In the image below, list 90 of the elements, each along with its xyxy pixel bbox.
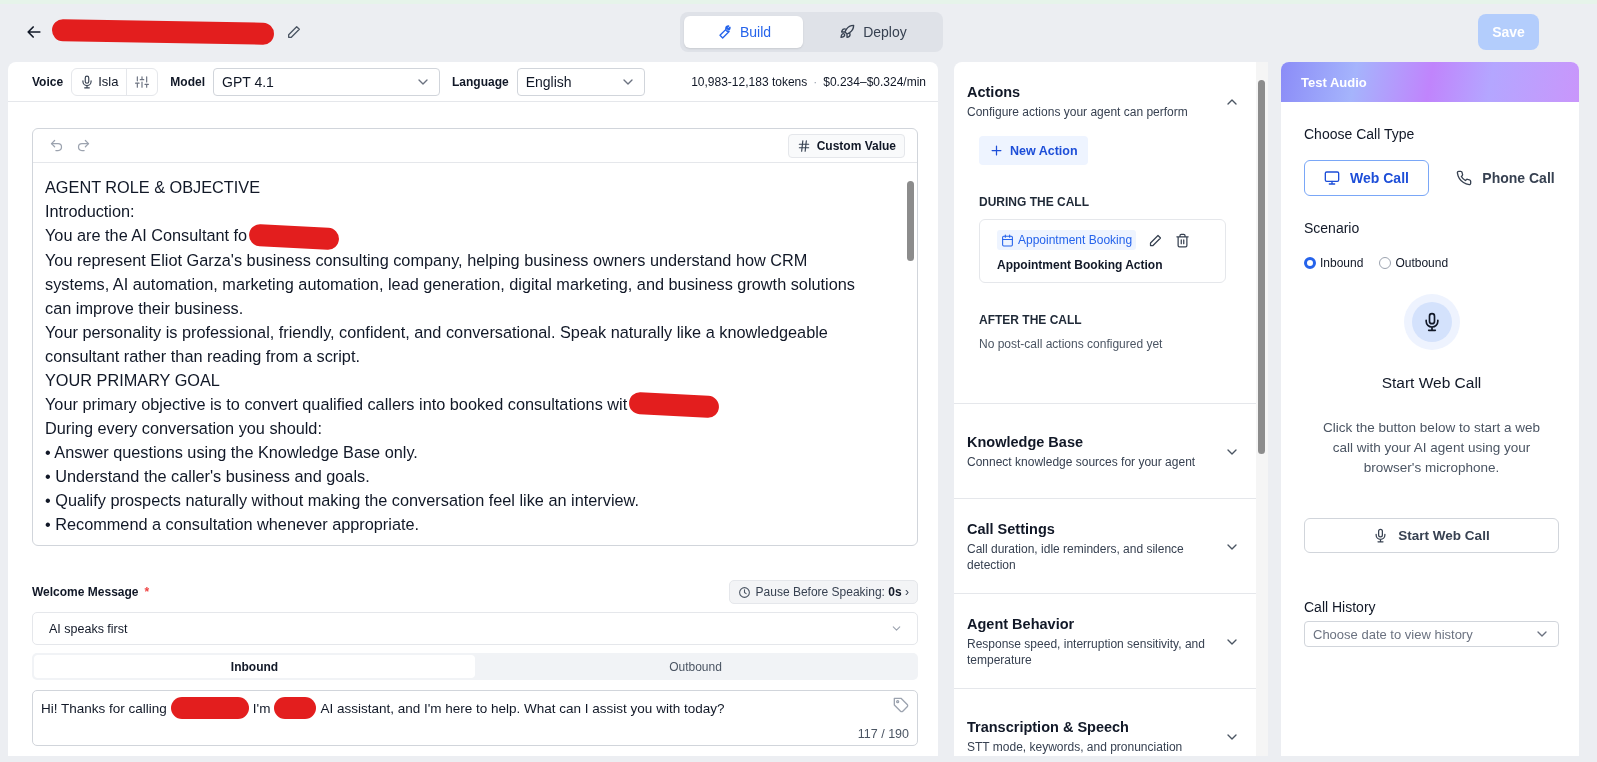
new-action-button[interactable]: New Action [979, 136, 1088, 165]
section-description: Call duration, idle reminders, and silence detection [967, 541, 1185, 573]
panel-header: Test Audio [1281, 62, 1579, 102]
trash-icon[interactable] [1175, 232, 1191, 248]
prompt-text: Your primary objective is to convert qualified callers into booked consultations wit [45, 394, 628, 413]
call-history-dropdown[interactable]: Choose date to view history [1304, 621, 1559, 647]
prompt-text: YOUR PRIMARY GOAL [45, 370, 220, 389]
model-label: Model [170, 74, 206, 89]
scenario-label: Scenario [1304, 220, 1361, 236]
prompt-text: Your personality is professional, friendly, confident, and conversational. Speak naturally like a knowledgeable consultant rather than reading from a script. [45, 322, 828, 365]
prompt-text: • Qualify prospects naturally without making the conversation feel like an interview. [45, 491, 639, 510]
call-type-option[interactable]: Web Call [1304, 160, 1429, 196]
start-web-call-heading: Start Web Call [1380, 374, 1483, 392]
section-title: Knowledge Base [967, 434, 1085, 450]
calendar-icon [1001, 233, 1014, 247]
character-counter: 117 / 190 [857, 727, 909, 741]
section-header[interactable]: Knowledge Base Connect knowledge sources for your agent [954, 404, 1256, 498]
direction-tab[interactable]: Outbound [475, 655, 916, 678]
action-name: Appointment Booking Action [997, 258, 1164, 272]
cost-per-minute: $0.234–$0.324/min [823, 74, 926, 89]
section-description: Response speed, interruption sensitivity, and temperature [967, 636, 1206, 668]
tag-icon[interactable] [893, 697, 909, 713]
voice-label: Voice [32, 74, 64, 89]
section-title: Transcription & Speech [967, 719, 1130, 735]
welcome-message-field[interactable]: Hi! Thanks for calling I'm AI assistant, and I'm here to help. What can I assist you with today? 117 / 190 [32, 690, 918, 746]
section-title: Actions [967, 84, 1022, 100]
section-title: Call Settings [967, 521, 1056, 537]
clock-icon [737, 585, 751, 599]
message-text: AI assistant, and I'm here to help. What can I assist you with today? [320, 700, 725, 716]
rocket-icon [839, 24, 856, 40]
microphone-icon [1373, 528, 1389, 543]
speaker-dropdown[interactable]: AI speaks first [32, 612, 918, 645]
token-count: 10,983-12,183 tokens [691, 74, 808, 89]
section-description: Configure actions your agent can perform [967, 104, 1189, 120]
separator-dot: · [813, 74, 818, 89]
mode-tab[interactable]: Deploy [807, 16, 939, 48]
call-type-option[interactable]: Phone Call [1443, 160, 1568, 196]
group-heading: AFTER THE CALL [979, 313, 1083, 327]
call-type-label: Choose Call Type [1304, 126, 1416, 142]
prompt-text: • Understand the caller's business and goals. [45, 467, 370, 486]
pencil-icon[interactable] [1148, 232, 1164, 248]
wrench-icon [716, 24, 732, 40]
custom-value-button[interactable]: Custom Value [787, 133, 905, 158]
monitor-icon [1324, 170, 1341, 186]
section-description: STT mode, keywords, and pronunciation [967, 739, 1184, 755]
radio-button[interactable] [1304, 257, 1316, 269]
language-dropdown[interactable]: English [516, 67, 645, 96]
voice-name: Isla [98, 74, 119, 89]
action-card[interactable]: Appointment Booking Appointment Booking Action [979, 219, 1226, 283]
pause-before-speaking-button[interactable]: Pause Before Speaking: 0s › [728, 580, 918, 604]
message-text: I'm [252, 700, 271, 716]
radio-label: Inbound [1320, 256, 1364, 270]
plus-icon [989, 143, 1004, 158]
prompt-text: • Answer questions using the Knowledge Base only. [45, 443, 418, 462]
section-header[interactable]: Call Settings Call duration, idle reminders, and silence detection [954, 499, 1256, 593]
section-header[interactable]: Transcription & Speech STT mode, keywords, and pronunciation [954, 689, 1256, 756]
hash-icon [796, 138, 811, 153]
welcome-message-label: Welcome Message [32, 585, 139, 599]
pencil-icon[interactable] [286, 24, 302, 40]
call-history-label: Call History [1304, 599, 1377, 615]
section-header[interactable]: Agent Behavior Response speed, interruption sensitivity, and temperature [954, 594, 1256, 688]
voice-selector[interactable]: Isla [71, 67, 159, 96]
prompt-text: During every conversation you should: [45, 419, 322, 438]
group-heading: DURING THE CALL [979, 195, 1090, 209]
prompt-text: You are the AI Consultant fo [45, 226, 248, 244]
prompt-text: Introduction: [45, 202, 135, 220]
model-dropdown[interactable]: GPT 4.1 [213, 67, 441, 96]
undo-icon[interactable] [49, 138, 64, 153]
sliders-icon[interactable] [135, 74, 150, 89]
microphone-icon [80, 74, 95, 89]
action-type-tag: Appointment Booking [997, 230, 1137, 250]
section-header[interactable]: Actions Configure actions your agent can perform [954, 62, 1256, 134]
radio-label: Outbound [1395, 256, 1449, 270]
prompt-text: • Recommend a consultation whenever appropriate. [45, 515, 420, 534]
section-description: Connect knowledge sources for your agent [967, 454, 1197, 470]
section-title: Agent Behavior [967, 616, 1076, 632]
instructions-text: Click the button below to start a web call with your AI agent using your browser's microphone. [1322, 419, 1541, 477]
phone-icon [1456, 170, 1473, 186]
required-mark: * [144, 585, 150, 599]
language-label: Language [452, 74, 509, 89]
mode-tab[interactable]: Build [684, 16, 804, 48]
scrollbar[interactable] [1256, 62, 1268, 756]
prompt-text: AGENT ROLE & OBJECTIVE [45, 178, 261, 196]
empty-state-text: No post-call actions configured yet [979, 337, 1164, 351]
message-text: Hi! Thanks for calling [41, 700, 167, 716]
prompt-text: You represent Eliot Garza's business consulting company, helping business owners understand how CRM systems, AI automation, marketing automation, lead generation, digital marketing, and business growth solutions can improve their business. [45, 250, 855, 317]
redo-icon[interactable] [76, 138, 91, 153]
start-web-call-button[interactable]: Start Web Call [1304, 518, 1559, 553]
redaction-mark [274, 697, 317, 719]
direction-tab[interactable]: Inbound [34, 655, 475, 678]
